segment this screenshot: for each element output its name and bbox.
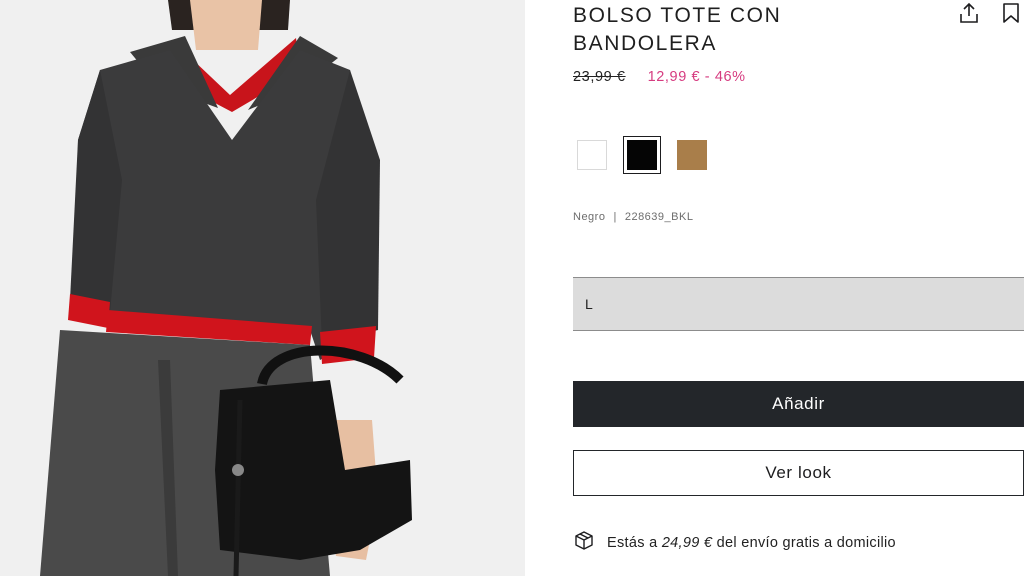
old-price: 23,99 € xyxy=(573,69,626,85)
look-button-label: Ver look xyxy=(765,463,832,482)
variant-info: Negro | 228639_BKL xyxy=(573,211,693,223)
swatch-tan[interactable] xyxy=(673,136,711,174)
variant-separator: | xyxy=(613,211,617,223)
shipping-suffix: del envío gratis a domicilio xyxy=(716,535,896,551)
size-selector[interactable]: L xyxy=(573,277,1024,331)
sale-price: 12,99 € - 46% xyxy=(647,69,746,85)
selected-size: L xyxy=(585,296,593,312)
add-to-cart-button[interactable]: Añadir xyxy=(573,381,1024,427)
product-panel: BOLSO TOTE CON BANDOLERA 23,99 € 12,99 €… xyxy=(573,0,1024,576)
product-reference: 228639_BKL xyxy=(624,211,694,223)
product-photo xyxy=(0,0,525,576)
color-name: Negro xyxy=(573,211,606,223)
color-swatches xyxy=(573,136,711,174)
price-row: 23,99 € 12,99 € - 46% xyxy=(573,69,746,85)
share-icon[interactable] xyxy=(957,1,981,25)
add-button-label: Añadir xyxy=(772,394,825,413)
free-shipping-notice: Estás a 24,99 € del envío gratis a domic… xyxy=(573,530,896,556)
swatch-black[interactable] xyxy=(623,136,661,174)
package-icon xyxy=(573,530,595,556)
product-title: BOLSO TOTE CON BANDOLERA xyxy=(573,4,782,55)
shipping-prefix: Estás a xyxy=(607,535,658,551)
swatch-white[interactable] xyxy=(573,136,611,174)
view-look-button[interactable]: Ver look xyxy=(573,450,1024,496)
shipping-amount: 24,99 € xyxy=(661,535,713,551)
bookmark-icon[interactable] xyxy=(999,1,1023,25)
